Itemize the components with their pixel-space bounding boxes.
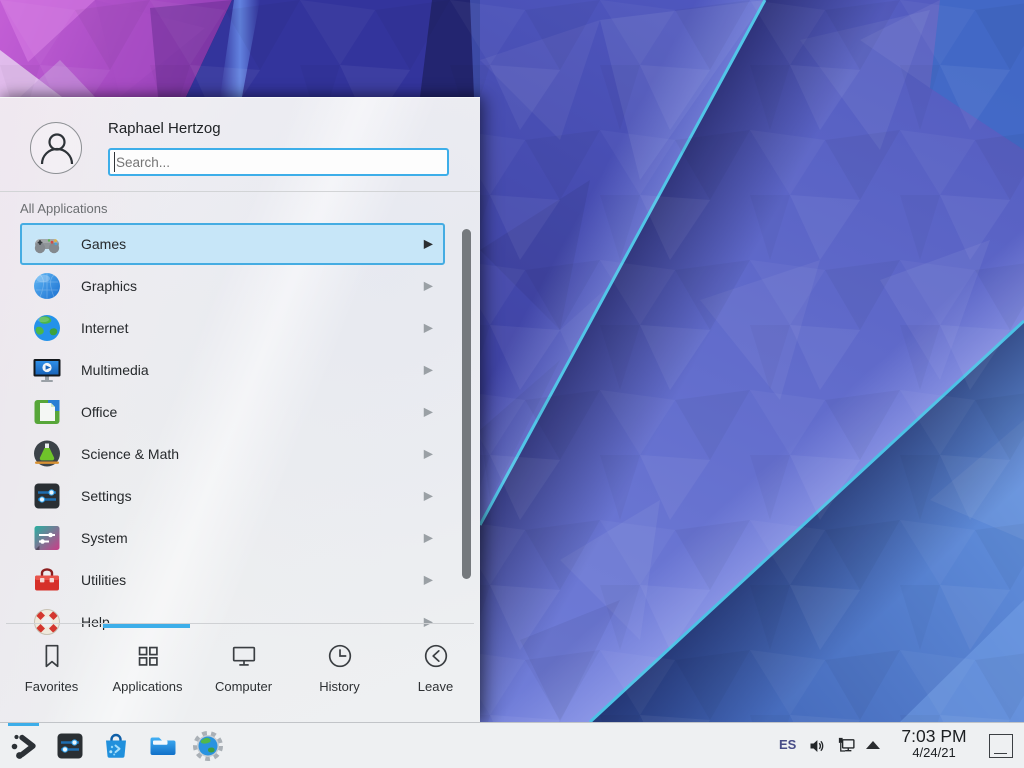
file-manager-icon [146,730,178,762]
history-icon [325,641,355,671]
volume-icon [808,736,828,756]
computer-icon [229,641,259,671]
category-item-settings[interactable]: Settings ▶ [20,475,445,517]
favorites-icon [37,641,67,671]
clock[interactable]: 7:03 PM 4/24/21 [890,727,978,761]
taskbar: ES 7:03 PM 4/24/21 [0,722,1024,768]
submenu-arrow-icon: ▶ [424,278,433,292]
tab-applications[interactable]: Applications [103,628,192,723]
launcher-active-indicator [8,723,39,726]
category-item-office[interactable]: Office ▶ [20,391,445,433]
application-launcher-menu: Raphael Hertzog All Applications Games ▶ [0,97,480,722]
user-icon [31,123,83,175]
category-label: Science & Math [81,446,179,462]
application-launcher-button[interactable] [8,730,40,762]
leave-icon [421,641,451,671]
tab-label: Leave [418,679,453,694]
expand-tray-icon[interactable] [866,741,880,749]
search-input[interactable] [108,148,449,176]
category-item-graphics[interactable]: Graphics ▶ [20,265,445,307]
submenu-arrow-icon: ▶ [424,446,433,460]
discover-button[interactable] [100,730,132,762]
category-item-games[interactable]: Games ▶ [20,223,445,265]
clock-time: 7:03 PM [890,727,978,746]
tab-history[interactable]: History [295,628,384,723]
category-label: Internet [81,320,128,336]
keyboard-layout-indicator[interactable]: ES [779,737,796,752]
category-item-multimedia[interactable]: Multimedia ▶ [20,349,445,391]
science-icon [31,438,63,470]
category-label: Graphics [81,278,137,294]
applications-icon [133,641,163,671]
category-label: Settings [81,488,132,504]
user-avatar[interactable] [30,122,82,174]
office-icon [31,396,63,428]
system-settings-button[interactable] [54,730,86,762]
web-browser-button[interactable] [192,730,224,762]
file-manager-button[interactable] [146,730,178,762]
tab-label: Applications [112,679,182,694]
discover-icon [100,730,132,762]
system-settings-icon [54,730,86,762]
show-desktop-button[interactable] [989,734,1013,758]
system-icon [31,522,63,554]
internet-icon [31,312,63,344]
volume-button[interactable] [808,736,828,756]
desktop: Raphael Hertzog All Applications Games ▶ [0,0,1024,768]
category-label: Utilities [81,572,126,588]
scrollbar[interactable] [462,229,471,579]
clock-date: 4/24/21 [890,746,978,760]
submenu-arrow-icon: ▶ [424,572,433,586]
network-icon [837,736,857,756]
games-icon [31,228,63,260]
multimedia-icon [31,354,63,386]
category-item-utilities[interactable]: Utilities ▶ [20,559,445,601]
tab-label: Computer [215,679,272,694]
user-name: Raphael Hertzog [108,120,221,137]
submenu-arrow-icon: ▶ [424,530,433,544]
category-item-internet[interactable]: Internet ▶ [20,307,445,349]
tab-favorites[interactable]: Favorites [7,628,96,723]
submenu-arrow-icon: ▶ [424,362,433,376]
category-label: Games [81,236,126,252]
text-cursor [114,152,115,172]
category-label: Office [81,404,117,420]
application-launcher-icon [8,730,40,762]
settings-icon [31,480,63,512]
submenu-arrow-icon: ▶ [424,614,433,628]
category-item-system[interactable]: System ▶ [20,517,445,559]
section-label: All Applications [20,201,107,216]
category-label: Multimedia [81,362,149,378]
tab-label: Favorites [25,679,78,694]
submenu-arrow-icon: ▶ [424,488,433,502]
tab-label: History [319,679,359,694]
submenu-arrow-icon: ▶ [424,320,433,334]
tab-bar: Favorites Applications Computer [0,628,480,723]
submenu-arrow-icon: ▶ [424,236,433,250]
tab-leave[interactable]: Leave [391,628,480,723]
category-label: System [81,530,128,546]
network-button[interactable] [837,736,857,756]
category-item-science-math[interactable]: Science & Math ▶ [20,433,445,475]
header-divider [0,191,480,192]
web-browser-icon [192,730,224,762]
submenu-arrow-icon: ▶ [424,404,433,418]
tab-computer[interactable]: Computer [199,628,288,723]
utilities-icon [31,564,63,596]
graphics-icon [31,270,63,302]
tabbar-divider [6,623,474,624]
